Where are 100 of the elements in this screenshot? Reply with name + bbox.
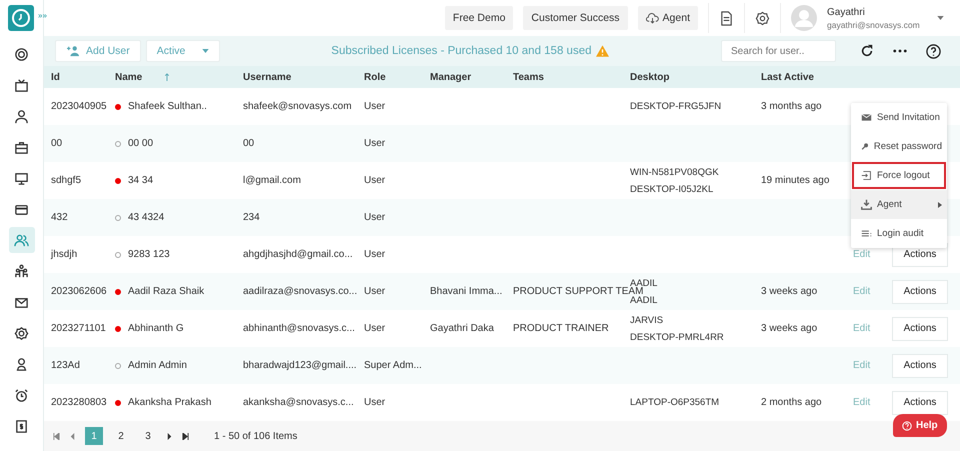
table-cell: Bhavani Imma... [430, 286, 502, 297]
table-cell: 2 months ago [761, 397, 822, 408]
table-cell-text: User [364, 286, 386, 297]
table-cell-text: 00 [243, 138, 256, 149]
tv-icon [14, 78, 29, 92]
more-icon[interactable] [893, 49, 907, 53]
add-user-icon [66, 45, 80, 57]
table-cell: Gayathri Daka [430, 323, 494, 334]
table-cell: 3 weeks ago [761, 286, 818, 297]
user-name-cell: 00 00 [128, 138, 154, 149]
person-icon [14, 356, 29, 372]
table-cell-text: 234 [243, 212, 261, 223]
actions-button[interactable]: Actions [892, 390, 948, 414]
actions-button[interactable]: Actions [892, 354, 948, 378]
alarm-icon [14, 388, 29, 402]
table-cell-text: 00 [51, 138, 64, 149]
expand-toggle[interactable]: »» [38, 11, 47, 20]
user-name-cell: Shafeek Sulthan.. [128, 101, 207, 112]
help-icon [902, 420, 912, 430]
menu-item[interactable]: Send Invitation [851, 103, 947, 132]
column-header[interactable]: Role [364, 72, 430, 82]
column-header[interactable]: Username [243, 72, 364, 82]
clock-logo-icon[interactable] [8, 5, 34, 31]
table-cell-text: User [364, 138, 386, 149]
table-cell: PRODUCT SUPPORT TEAM [513, 286, 644, 297]
caret-icon [202, 49, 209, 53]
table-cell-text: shafeek@snovasys.com [243, 101, 353, 112]
top-button[interactable]: Customer Success [523, 6, 628, 30]
table-cell-text: bharadwajd123@gmail.... [243, 360, 358, 371]
caret-icon[interactable] [937, 16, 944, 20]
table-cell: 3 months ago [761, 101, 822, 112]
pagination-summary: 1 - 50 of 106 Items [214, 430, 298, 442]
envelope-icon [861, 112, 872, 123]
table-cell-text: Super Adm... [364, 360, 423, 371]
table-cell-text: sdhgf5 [51, 175, 82, 186]
menu-item[interactable]: Agent [851, 190, 947, 219]
table-cell-text: jhsdjh [51, 249, 78, 260]
list-icon [861, 228, 872, 239]
table-cell: 19 minutes ago [761, 175, 830, 186]
settings-icon[interactable] [755, 10, 770, 26]
table-cell-text: User [364, 101, 386, 112]
table-cell-text: 2023271101 [51, 323, 107, 334]
page-button[interactable]: 3 [139, 427, 157, 445]
menu-item[interactable]: Force logout [851, 161, 947, 190]
table-cell-text: ahgdjhasjhd@gmail.co... [243, 249, 354, 260]
monitor-icon [14, 170, 29, 186]
target-icon [14, 46, 29, 62]
user-name-cell: Abhinanth G [128, 323, 184, 334]
desktop-name: DESKTOP-PMRL4RR [630, 332, 724, 342]
page-button[interactable]: 2 [112, 427, 130, 445]
last-page-icon[interactable] [182, 432, 189, 440]
search-field[interactable]: Search for user.. [721, 40, 836, 62]
briefcase-icon [14, 140, 29, 154]
top-button[interactable]: Free Demo [444, 6, 514, 30]
table-cell-text: akanksha@snovasys.c... [243, 397, 355, 408]
invoice-icon [14, 418, 29, 434]
column-header[interactable]: Last Active [761, 72, 853, 82]
column-header[interactable]: Manager [430, 72, 513, 82]
cloud-download-icon [646, 12, 659, 24]
column-header[interactable]: Desktop [630, 72, 761, 82]
desktop-name: DESKTOP-I05J2KL [630, 184, 714, 194]
column-header[interactable]: Teams [513, 72, 630, 82]
table-cell-text: User [364, 249, 386, 260]
team-icon [14, 264, 29, 278]
table-cell-text: User [364, 397, 386, 408]
document-icon[interactable] [719, 10, 734, 26]
desktop-name: WIN-N581PV08QGK [630, 166, 719, 178]
menu-item[interactable]: Reset password [851, 132, 947, 161]
key-icon [861, 141, 869, 152]
table-cell-text: 2023062606 [51, 286, 108, 297]
actions-button[interactable]: Actions [892, 316, 948, 340]
user-name-cell: Aadil Raza Shaik [128, 286, 204, 297]
user-name-cell: Akanksha Prakash [128, 397, 212, 408]
user-email: gayathri@snovasys.com [827, 20, 921, 30]
table-cell-text: 432 [51, 212, 69, 223]
help-button[interactable]: Help [893, 414, 947, 437]
column-header[interactable]: Name [115, 72, 243, 82]
refresh-icon[interactable] [860, 44, 874, 58]
desktop-name: JARVIS [630, 314, 664, 326]
top-button[interactable]: Agent [638, 6, 698, 30]
table-cell-text: 123Ad [51, 360, 81, 371]
user-name-cell: 9283 123 [128, 249, 170, 260]
license-summary: Subscribed Licenses - Purchased 10 and 158 used [331, 45, 592, 57]
user-name-cell: 34 34 [128, 175, 154, 186]
table-cell-text: aadilraza@snovasys.co... [243, 286, 358, 297]
actions-button[interactable]: Actions [892, 280, 948, 304]
table-cell-text: l@gmail.com [243, 175, 302, 186]
column-header[interactable]: Id [51, 72, 115, 82]
download-icon [861, 199, 872, 210]
desktop-name: DESKTOP-FRG5JFN [630, 101, 722, 112]
next-page-icon[interactable] [166, 432, 173, 440]
user-icon [14, 108, 29, 124]
table-cell: PRODUCT TRAINER [513, 323, 609, 334]
table-cell-text: 2023040905 [51, 101, 108, 112]
user-name: Gayathri [827, 6, 866, 18]
table-cell-text: User [364, 323, 386, 334]
first-page-icon[interactable] [53, 432, 60, 440]
users-icon [14, 232, 29, 248]
previous-page-icon[interactable] [69, 432, 76, 440]
help-icon[interactable] [926, 44, 941, 58]
